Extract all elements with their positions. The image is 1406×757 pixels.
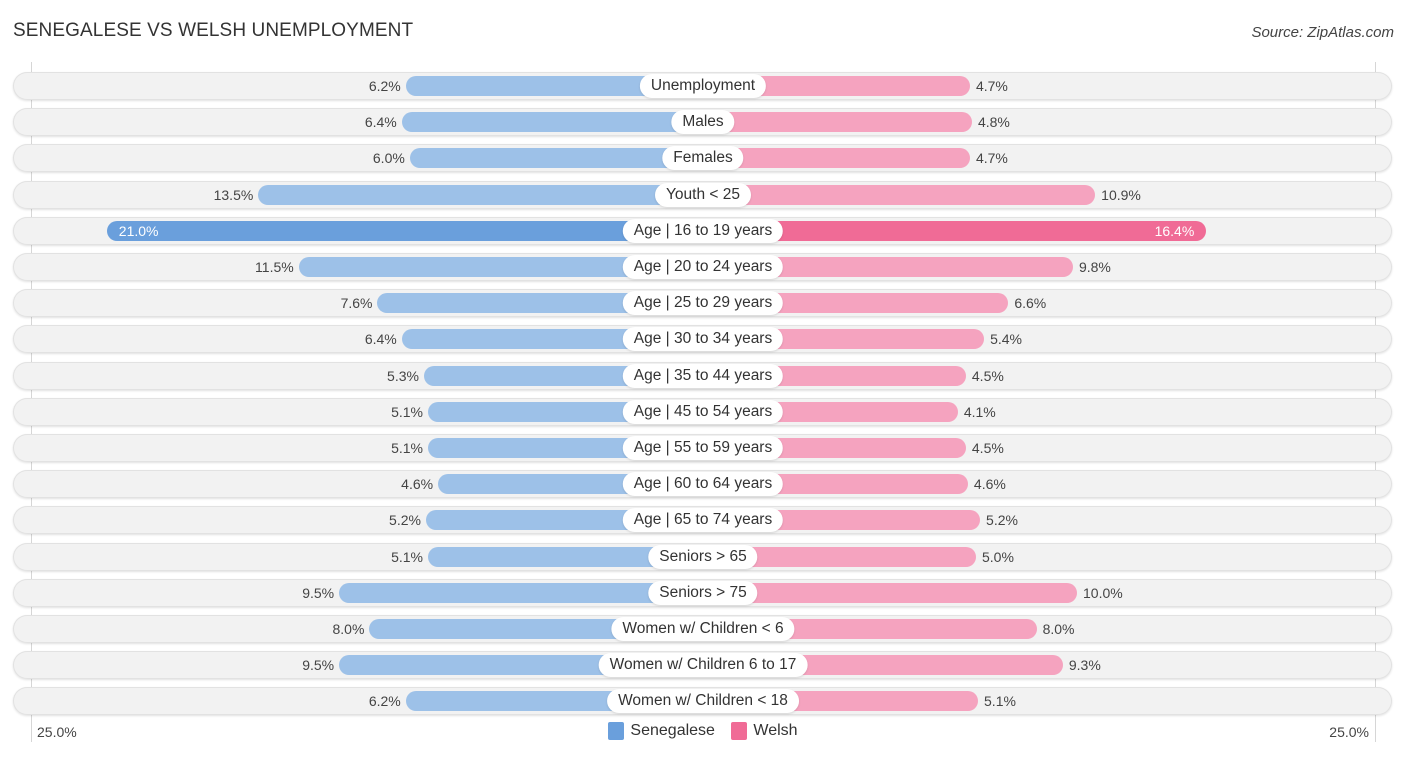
value-label-welsh: 9.8% [1078,259,1111,275]
bar-welsh[interactable] [703,112,972,133]
bar-senegalese[interactable] [106,220,703,241]
value-label-welsh: 4.7% [975,150,1008,167]
value-label-welsh: 5.4% [990,331,1022,348]
value-label-welsh: 4.5% [971,440,1004,456]
value-label-welsh: 16.4% [1154,222,1195,239]
value-label-welsh: 5.0% [982,548,1014,565]
value-label-welsh: 8.0% [1042,621,1075,637]
value-label-welsh: 5.2% [986,512,1018,529]
value-label-welsh: 4.5% [971,367,1004,384]
value-label-senegalese: 7.6% [340,295,373,312]
category-label: Age | 30 to 34 years [622,327,784,352]
value-label-welsh: 4.6% [973,476,1006,493]
legend-item-senegalese[interactable]: Senegalese [608,722,715,740]
legend-item-welsh[interactable]: Welsh [731,722,798,740]
value-label-welsh: 4.1% [963,403,996,420]
legend-label-senegalese: Senegalese [630,722,715,739]
category-label: Age | 25 to 29 years [622,291,784,316]
category-label: Age | 55 to 59 years [622,436,784,460]
value-label-senegalese: 6.0% [372,150,405,167]
value-label-senegalese: 6.2% [368,78,401,94]
legend: Senegalese Welsh [0,722,1406,745]
legend-swatch-senegalese [608,722,625,740]
bar-senegalese[interactable] [409,148,703,169]
category-label: Unemployment [639,74,767,98]
legend-label-welsh: Welsh [753,722,798,739]
value-label-welsh: 10.0% [1083,584,1123,601]
value-label-senegalese: 6.2% [368,693,401,710]
category-label: Age | 20 to 24 years [622,255,784,279]
value-label-senegalese: 5.2% [389,512,421,529]
bar-senegalese[interactable] [258,184,703,205]
category-label: Females [662,146,744,171]
category-label: Age | 35 to 44 years [622,363,784,388]
value-label-welsh: 10.9% [1101,186,1141,203]
category-label: Women w/ Children < 18 [607,689,799,714]
value-label-senegalese: 6.4% [364,331,397,348]
value-label-senegalese: 5.3% [387,367,419,384]
chart-source: Source: ZipAtlas.com [1251,24,1394,41]
bar-welsh[interactable] [703,184,1096,205]
value-label-welsh: 5.1% [984,693,1016,710]
value-label-senegalese: 21.0% [118,222,159,239]
value-label-senegalese: 9.5% [302,584,335,601]
value-label-senegalese: 5.1% [391,548,423,565]
category-label: Women w/ Children 6 to 17 [598,653,808,678]
category-label: Seniors > 65 [648,544,758,569]
category-label: Age | 60 to 64 years [622,472,784,497]
value-label-welsh: 4.8% [977,114,1010,131]
bar-senegalese[interactable] [401,112,703,133]
legend-swatch-welsh [731,722,748,740]
value-label-senegalese: 11.5% [255,259,294,275]
value-label-senegalese: 6.4% [364,114,397,131]
category-label: Age | 65 to 74 years [622,508,784,533]
bar-welsh[interactable] [703,582,1077,603]
value-label-welsh: 9.3% [1068,657,1101,674]
value-label-senegalese: 5.1% [391,440,423,456]
value-label-senegalese: 5.1% [391,403,423,420]
value-label-senegalese: 9.5% [302,657,335,674]
category-label: Youth < 25 [655,182,751,207]
chart-title: SENEGALESE VS WELSH UNEMPLOYMENT [13,20,414,41]
value-label-welsh: 6.6% [1014,295,1047,312]
category-label: Age | 16 to 19 years [622,218,784,243]
category-label: Age | 45 to 54 years [622,399,784,424]
value-label-welsh: 4.7% [975,78,1008,94]
value-label-senegalese: 13.5% [213,186,254,203]
value-label-senegalese: 8.0% [332,621,365,637]
category-label: Women w/ Children < 6 [611,617,795,641]
category-label: Seniors > 75 [648,580,758,605]
value-label-senegalese: 4.6% [401,476,434,493]
category-label: Males [671,110,735,135]
